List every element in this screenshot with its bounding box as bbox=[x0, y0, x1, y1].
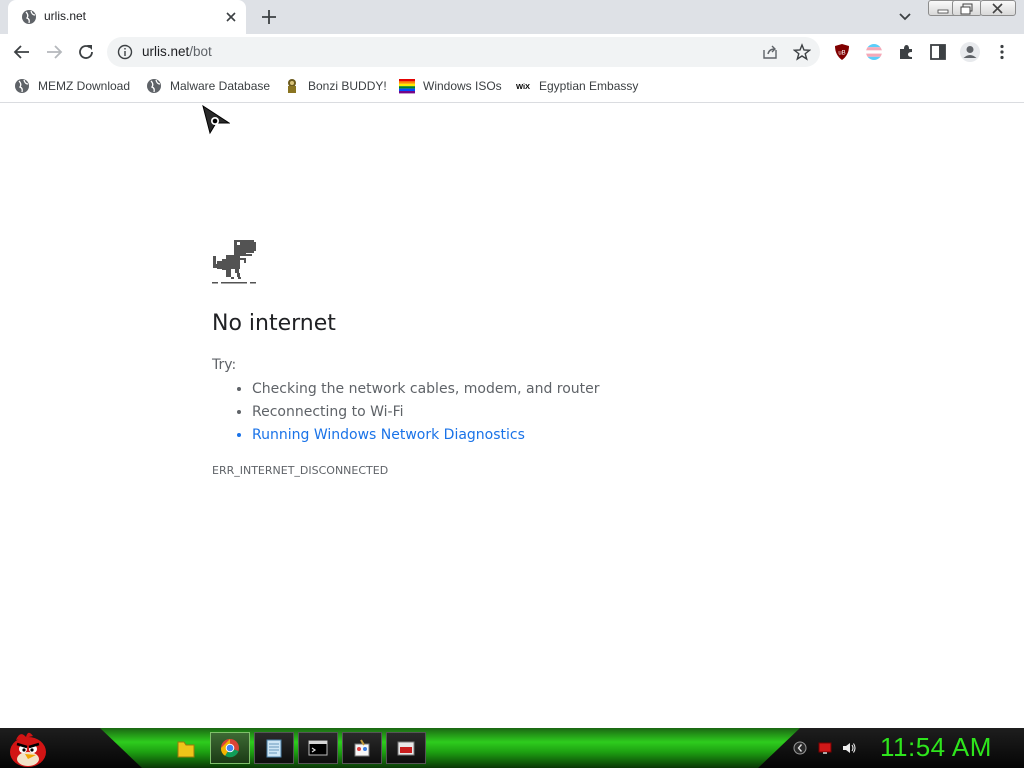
video-icon bbox=[397, 741, 415, 756]
folder-icon bbox=[177, 741, 195, 758]
ublock-icon[interactable]: uB bbox=[833, 43, 851, 61]
share-icon[interactable] bbox=[762, 44, 778, 60]
suggestion-item: Checking the network cables, modem, and … bbox=[252, 378, 600, 401]
address-bar[interactable]: urlis.net/bot bbox=[107, 37, 820, 67]
browser-toolbar: urlis.net/bot uB bbox=[0, 34, 1024, 70]
menu-kebab-icon[interactable] bbox=[993, 43, 1011, 61]
wix-icon: WiX bbox=[516, 82, 530, 91]
suggestion-item: Reconnecting to Wi-Fi bbox=[252, 401, 600, 424]
error-title: No internet bbox=[212, 311, 336, 336]
taskbar-app-cmd[interactable] bbox=[298, 732, 338, 764]
taskbar-clock[interactable]: 11:54 AM bbox=[880, 732, 992, 763]
bookmark-label: MEMZ Download bbox=[38, 79, 131, 93]
cmd-icon bbox=[308, 740, 328, 756]
rainbow-flag-icon bbox=[399, 79, 415, 94]
globe-icon bbox=[15, 79, 29, 93]
bookmark-label: Bonzi BUDDY! bbox=[308, 79, 387, 93]
reload-icon[interactable] bbox=[76, 42, 96, 62]
try-label: Try: bbox=[212, 357, 237, 373]
globe-icon bbox=[147, 79, 161, 93]
bookmark-egyptian-embassy[interactable]: WiX Egyptian Embassy bbox=[515, 77, 638, 95]
close-tab-icon[interactable] bbox=[223, 9, 239, 25]
tab-strip: urlis.net bbox=[0, 0, 1024, 34]
tab-title: urlis.net bbox=[44, 9, 87, 23]
url-text[interactable]: urlis.net/bot bbox=[142, 44, 212, 59]
bookmarks-bar: MEMZ Download Malware Database Bonzi BUD… bbox=[0, 70, 1024, 103]
side-panel-icon[interactable] bbox=[929, 43, 947, 61]
mouse-cursor-icon bbox=[202, 105, 230, 135]
bookmark-malware-database[interactable]: Malware Database bbox=[146, 77, 270, 95]
restore-icon bbox=[960, 3, 973, 15]
ublock-label: uB bbox=[838, 51, 845, 57]
taskbar-app-notepad[interactable] bbox=[254, 732, 294, 764]
taskbar-app-folder[interactable] bbox=[172, 736, 200, 762]
bookmark-label: Windows ISOs bbox=[423, 79, 502, 93]
trans-flag-extension-icon[interactable] bbox=[865, 43, 883, 61]
start-angry-bird-icon[interactable] bbox=[6, 728, 50, 768]
chevron-down-icon[interactable] bbox=[896, 9, 914, 25]
error-code: ERR_INTERNET_DISCONNECTED bbox=[212, 464, 389, 477]
taskbar bbox=[0, 728, 1024, 768]
bookmark-label: Egyptian Embassy bbox=[539, 79, 639, 93]
star-icon[interactable] bbox=[793, 43, 811, 61]
network-diagnostics-link[interactable]: Running Windows Network Diagnostics bbox=[252, 424, 600, 447]
bookmark-windows-isos[interactable]: Windows ISOs bbox=[399, 77, 502, 95]
bookmark-label: Malware Database bbox=[170, 79, 271, 93]
back-arrow-icon[interactable] bbox=[12, 42, 32, 62]
chrome-icon bbox=[220, 739, 239, 758]
wix-logo-text: WiX bbox=[516, 82, 530, 91]
notepad-icon bbox=[266, 739, 282, 758]
suggestion-list: Checking the network cables, modem, and … bbox=[212, 378, 600, 447]
tray-volume-icon[interactable] bbox=[842, 741, 856, 755]
info-icon[interactable] bbox=[117, 44, 133, 60]
puzzle-icon[interactable] bbox=[897, 43, 915, 61]
taskbar-app-video[interactable] bbox=[386, 732, 426, 764]
tray-network-icon[interactable] bbox=[818, 741, 832, 755]
new-tab-icon[interactable] bbox=[260, 8, 278, 26]
profile-avatar-icon[interactable] bbox=[959, 41, 981, 63]
tab-active[interactable]: urlis.net bbox=[8, 0, 246, 34]
dinosaur-icon bbox=[212, 240, 256, 284]
tray-steam-icon[interactable] bbox=[793, 741, 807, 755]
bonzi-icon bbox=[288, 79, 296, 93]
bookmark-bonzi-buddy[interactable]: Bonzi BUDDY! bbox=[284, 77, 387, 95]
maximize-button[interactable] bbox=[952, 0, 982, 16]
paint-icon bbox=[354, 739, 370, 757]
url-path: /bot bbox=[189, 44, 212, 59]
taskbar-app-paint[interactable] bbox=[342, 732, 382, 764]
close-icon bbox=[992, 3, 1003, 14]
forward-arrow-icon[interactable] bbox=[44, 42, 64, 62]
bookmark-memz-download[interactable]: MEMZ Download bbox=[14, 77, 130, 95]
window-close-button[interactable] bbox=[980, 0, 1016, 16]
url-host: urlis.net bbox=[142, 44, 190, 59]
globe-icon bbox=[22, 10, 36, 24]
taskbar-app-chrome[interactable] bbox=[210, 732, 250, 764]
taskbar-glow bbox=[100, 728, 800, 768]
